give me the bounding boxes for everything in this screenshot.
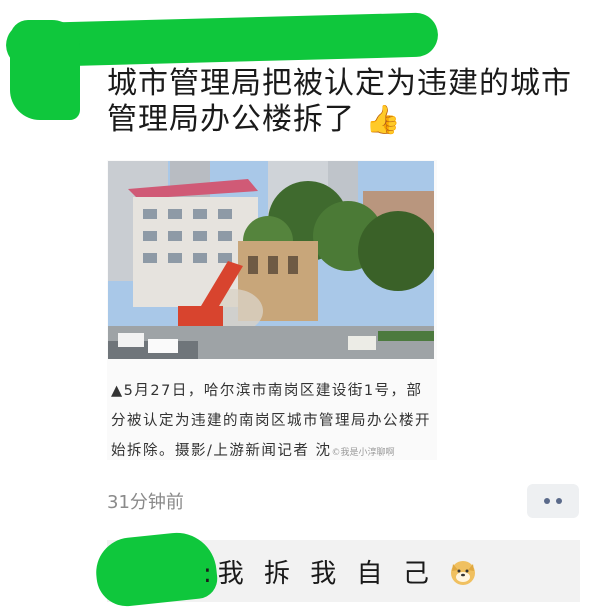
dot	[556, 498, 562, 504]
watermark: ©我是小淳聊啊	[331, 448, 395, 458]
shared-article-card[interactable]: ▲5月27日，哈尔滨市南岗区建设街1号，部分被认定为违建的南岗区城市管理局办公楼…	[107, 160, 437, 460]
comment-text: :我 拆 我 自 己	[203, 559, 435, 589]
doge-icon	[451, 561, 476, 585]
dot	[544, 498, 550, 504]
article-caption: ▲5月27日，哈尔滨市南岗区建设街1号，部分被认定为违建的南岗区城市管理局办公楼…	[111, 376, 437, 468]
more-dots-icon[interactable]	[527, 484, 579, 518]
comment: :我 拆 我 自 己	[203, 553, 477, 590]
avatar-redaction	[10, 20, 80, 120]
post-text-body: 城市管理局把被认定为违建的城市管理局办公楼拆了	[107, 66, 572, 137]
post-time: 31分钟前	[107, 492, 184, 513]
post-text: 城市管理局把被认定为违建的城市管理局办公楼拆了 👍	[107, 66, 577, 138]
thumbs-up-icon: 👍	[365, 103, 402, 136]
demolition-photo	[108, 161, 434, 359]
